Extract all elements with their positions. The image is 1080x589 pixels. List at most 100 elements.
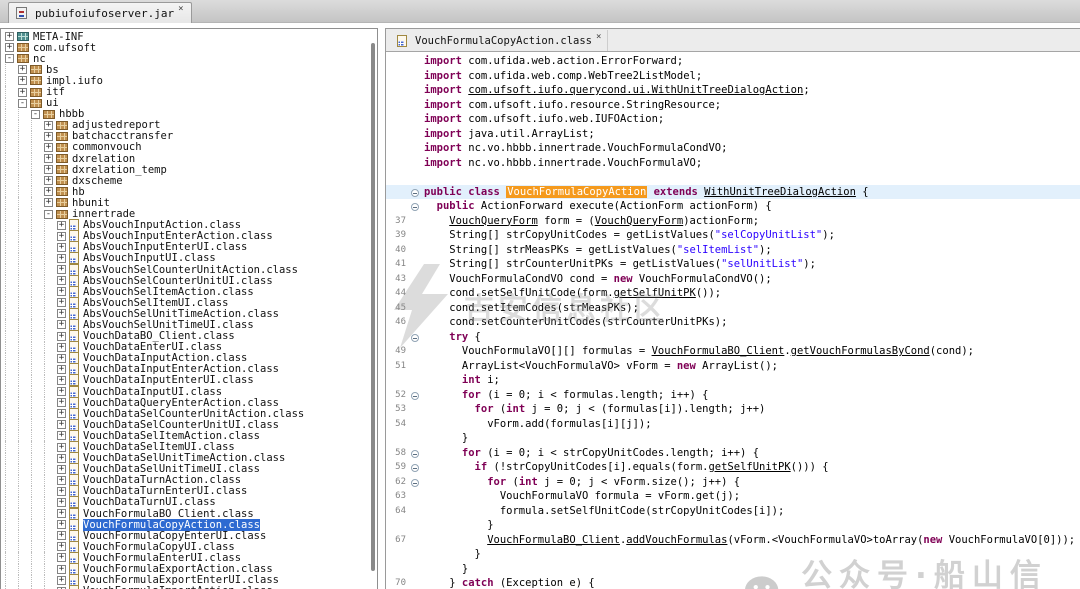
code-link[interactable]: VouchFormulaBO_Client bbox=[487, 534, 620, 546]
code-link[interactable]: com.ufsoft.iufo.querycond.ui.WithUnitTre… bbox=[468, 84, 803, 96]
code-link[interactable]: VouchQueryForm bbox=[595, 215, 684, 227]
expand-toggle[interactable]: + bbox=[5, 32, 14, 41]
code-link[interactable]: VouchQueryForm bbox=[449, 215, 538, 227]
expand-toggle[interactable]: + bbox=[57, 531, 66, 540]
tree-item[interactable]: +AbsVouchSelItemAction.class bbox=[1, 286, 377, 297]
expand-toggle[interactable]: + bbox=[57, 443, 66, 452]
tree-item[interactable]: +com.ufsoft bbox=[1, 42, 377, 53]
tree-item[interactable]: +dxrelation bbox=[1, 153, 377, 164]
tree-item[interactable]: -innertrade bbox=[1, 209, 377, 220]
editor-tab[interactable]: VouchFormulaCopyAction.class × bbox=[391, 30, 608, 51]
close-icon[interactable]: × bbox=[596, 32, 601, 42]
expand-toggle[interactable]: + bbox=[57, 509, 66, 518]
fold-toggle-icon[interactable] bbox=[411, 189, 419, 197]
fold-toggle-icon[interactable] bbox=[411, 450, 419, 458]
tree-item[interactable]: +VouchDataSelItemUI.class bbox=[1, 441, 377, 452]
tree-item[interactable]: +VouchDataTurnUI.class bbox=[1, 497, 377, 508]
code-line[interactable]: } bbox=[386, 562, 1080, 577]
expand-toggle[interactable]: + bbox=[57, 487, 66, 496]
tree-item[interactable]: +AbsVouchSelCounterUnitAction.class bbox=[1, 264, 377, 275]
code-line[interactable]: 53for (int j = 0; j < (formulas[i]).leng… bbox=[386, 402, 1080, 417]
tree-item[interactable]: -ui bbox=[1, 98, 377, 109]
code-link[interactable]: getSelfUnitPK bbox=[614, 287, 696, 299]
code-line[interactable]: 40String[] strMeasPKs = getListValues("s… bbox=[386, 243, 1080, 258]
code-line[interactable]: 41String[] strCounterUnitPKs = getListVa… bbox=[386, 257, 1080, 272]
expand-toggle[interactable]: + bbox=[57, 498, 66, 507]
tree-item[interactable]: +adjustedreport bbox=[1, 120, 377, 131]
tree-item[interactable]: +META-INF bbox=[1, 31, 377, 42]
tree-item[interactable]: +AbsVouchInputEnterUI.class bbox=[1, 242, 377, 253]
tree-item[interactable]: +AbsVouchSelItemUI.class bbox=[1, 297, 377, 308]
code-line[interactable]: 67VouchFormulaBO_Client.addVouchFormulas… bbox=[386, 533, 1080, 548]
code-link[interactable]: getVouchFormulasByCond bbox=[791, 345, 930, 357]
expand-toggle[interactable]: + bbox=[57, 553, 66, 562]
tree-item[interactable]: +AbsVouchSelUnitTimeAction.class bbox=[1, 308, 377, 319]
tree-item[interactable]: +commonvouch bbox=[1, 142, 377, 153]
tree-item[interactable]: -nc bbox=[1, 53, 377, 64]
expand-toggle[interactable]: + bbox=[57, 221, 66, 230]
tree-item[interactable]: +VouchFormulaBO_Client.class bbox=[1, 508, 377, 519]
expand-toggle[interactable]: + bbox=[57, 354, 66, 363]
expand-toggle[interactable]: - bbox=[5, 54, 14, 63]
expand-toggle[interactable]: + bbox=[44, 176, 53, 185]
expand-toggle[interactable]: + bbox=[57, 409, 66, 418]
jar-file-tab[interactable]: pubiufoiufoserver.jar × bbox=[8, 2, 192, 23]
tree-item[interactable]: +VouchDataSelCounterUnitAction.class bbox=[1, 408, 377, 419]
fold-toggle-icon[interactable] bbox=[411, 392, 419, 400]
tree-item[interactable]: +VouchDataTurnAction.class bbox=[1, 475, 377, 486]
expand-toggle[interactable]: + bbox=[44, 154, 53, 163]
expand-toggle[interactable]: + bbox=[57, 520, 66, 529]
tree-item[interactable]: +itf bbox=[1, 86, 377, 97]
expand-toggle[interactable]: + bbox=[18, 88, 27, 97]
code-line[interactable]: 58for (i = 0; i < strCopyUnitCodes.lengt… bbox=[386, 446, 1080, 461]
code-link[interactable]: VouchFormulaBO_Client bbox=[652, 345, 785, 357]
code-line[interactable]: try { bbox=[386, 330, 1080, 345]
expand-toggle[interactable]: + bbox=[57, 298, 66, 307]
expand-toggle[interactable]: + bbox=[57, 309, 66, 318]
tree-item[interactable]: +VouchDataInputEnterAction.class bbox=[1, 364, 377, 375]
expand-toggle[interactable]: - bbox=[44, 210, 53, 219]
tree-item[interactable]: +VouchFormulaExportEnterUI.class bbox=[1, 575, 377, 586]
code-line[interactable]: 64formula.setSelfUnitCode(strCopyUnitCod… bbox=[386, 504, 1080, 519]
code-link[interactable]: WithUnitTreeDialogAction bbox=[704, 186, 856, 198]
code-line[interactable]: import com.ufida.web.comp.WebTree2ListMo… bbox=[386, 69, 1080, 84]
tree-item[interactable]: +VouchDataInputAction.class bbox=[1, 353, 377, 364]
tree-item[interactable]: +VouchDataSelCounterUnitUI.class bbox=[1, 419, 377, 430]
code-line[interactable]: import com.ufsoft.iufo.resource.StringRe… bbox=[386, 98, 1080, 113]
tree-scrollbar-thumb[interactable] bbox=[371, 43, 375, 571]
code-line[interactable]: 45cond.setItemCodes(strMeasPKs); bbox=[386, 301, 1080, 316]
code-line[interactable]: 59if (!strCopyUnitCodes[i].equals(form.g… bbox=[386, 460, 1080, 475]
fold-toggle-icon[interactable] bbox=[411, 464, 419, 472]
tree-item[interactable]: +VouchDataBO_Client.class bbox=[1, 331, 377, 342]
tree-item[interactable]: +VouchFormulaCopyEnterUI.class bbox=[1, 530, 377, 541]
code-link[interactable]: addVouchFormulas bbox=[626, 534, 727, 546]
tree-item[interactable]: +VouchFormulaCopyAction.class bbox=[1, 519, 377, 530]
expand-toggle[interactable]: + bbox=[57, 454, 66, 463]
code-line[interactable]: 52for (i = 0; i < formulas.length; i++) … bbox=[386, 388, 1080, 403]
expand-toggle[interactable]: + bbox=[44, 198, 53, 207]
tree-item[interactable]: +VouchDataTurnEnterUI.class bbox=[1, 486, 377, 497]
tree-item[interactable]: +VouchDataSelUnitTimeAction.class bbox=[1, 453, 377, 464]
code-link[interactable]: getSelfUnitPK bbox=[708, 461, 790, 473]
source-code-view[interactable]: 吉安信息社区 公众号·船山信安 import com.ufida.web.act… bbox=[386, 54, 1080, 589]
code-line[interactable]: 37VouchQueryForm form = (VouchQueryForm)… bbox=[386, 214, 1080, 229]
fold-toggle-icon[interactable] bbox=[411, 203, 419, 211]
tree-item[interactable]: +impl.iufo bbox=[1, 75, 377, 86]
expand-toggle[interactable]: + bbox=[57, 398, 66, 407]
tree-item[interactable]: +VouchFormulaExportAction.class bbox=[1, 564, 377, 575]
tree-item[interactable]: +hbunit bbox=[1, 197, 377, 208]
tree-item[interactable]: +AbsVouchInputAction.class bbox=[1, 220, 377, 231]
expand-toggle[interactable]: + bbox=[57, 576, 66, 585]
code-line[interactable] bbox=[386, 170, 1080, 185]
tree-item[interactable]: +VouchDataQueryEnterAction.class bbox=[1, 397, 377, 408]
expand-toggle[interactable]: + bbox=[57, 420, 66, 429]
expand-toggle[interactable]: + bbox=[44, 132, 53, 141]
expand-toggle[interactable]: + bbox=[44, 121, 53, 130]
expand-toggle[interactable]: + bbox=[57, 387, 66, 396]
code-line[interactable]: } bbox=[386, 431, 1080, 446]
code-line[interactable]: import com.ufida.web.action.ErrorForward… bbox=[386, 54, 1080, 69]
expand-toggle[interactable]: + bbox=[57, 265, 66, 274]
tree-item[interactable]: +VouchDataSelUnitTimeUI.class bbox=[1, 464, 377, 475]
expand-toggle[interactable]: + bbox=[57, 243, 66, 252]
tree-item[interactable]: -hbbb bbox=[1, 109, 377, 120]
